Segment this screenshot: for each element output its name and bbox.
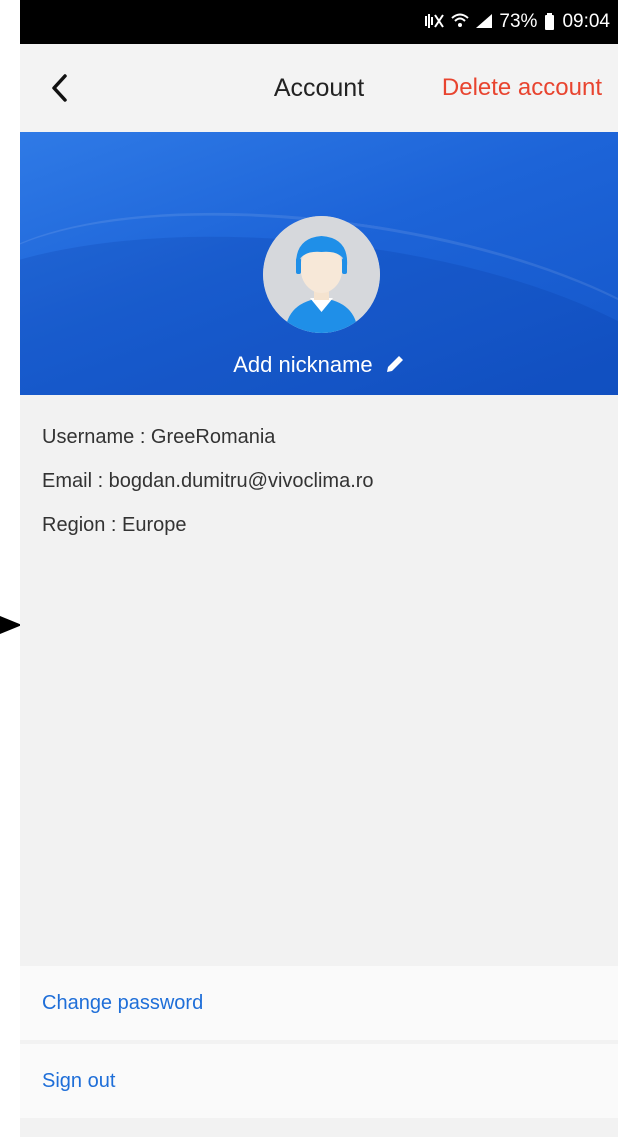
- user-avatar-icon: [263, 216, 380, 333]
- change-password-label: Change password: [42, 991, 204, 1014]
- clock: 09:04: [562, 11, 610, 32]
- pointer-arrow-icon: [0, 616, 22, 634]
- region-text: Region : Europe: [42, 514, 187, 536]
- nav-bar: Account Delete account: [20, 44, 618, 132]
- account-info: Username : GreeRomania Email : bogdan.du…: [42, 425, 374, 557]
- sign-out-button[interactable]: Sign out: [20, 1044, 618, 1118]
- mute-vibrate-icon: [423, 13, 445, 32]
- nickname-label: Add nickname: [233, 352, 373, 377]
- username-text: Username : GreeRomania: [42, 426, 276, 448]
- avatar[interactable]: [263, 216, 380, 333]
- add-nickname-button[interactable]: Add nickname: [20, 352, 618, 380]
- delete-account-button[interactable]: Delete account: [442, 74, 602, 102]
- battery-icon: [545, 12, 555, 30]
- sign-out-label: Sign out: [42, 1069, 116, 1092]
- email-text: Email : bogdan.dumitru@vivoclima.ro: [42, 470, 374, 492]
- account-screen: 73% 09:04 Account Delete account Add nic…: [20, 0, 618, 1137]
- status-bar: 73% 09:04: [20, 0, 618, 44]
- pencil-icon: [385, 354, 405, 380]
- wifi-icon: [451, 13, 470, 32]
- profile-banner: Add nickname: [20, 132, 618, 395]
- signal-icon: [475, 13, 493, 32]
- change-password-button[interactable]: Change password: [20, 966, 618, 1040]
- battery-percent: 73%: [499, 11, 538, 32]
